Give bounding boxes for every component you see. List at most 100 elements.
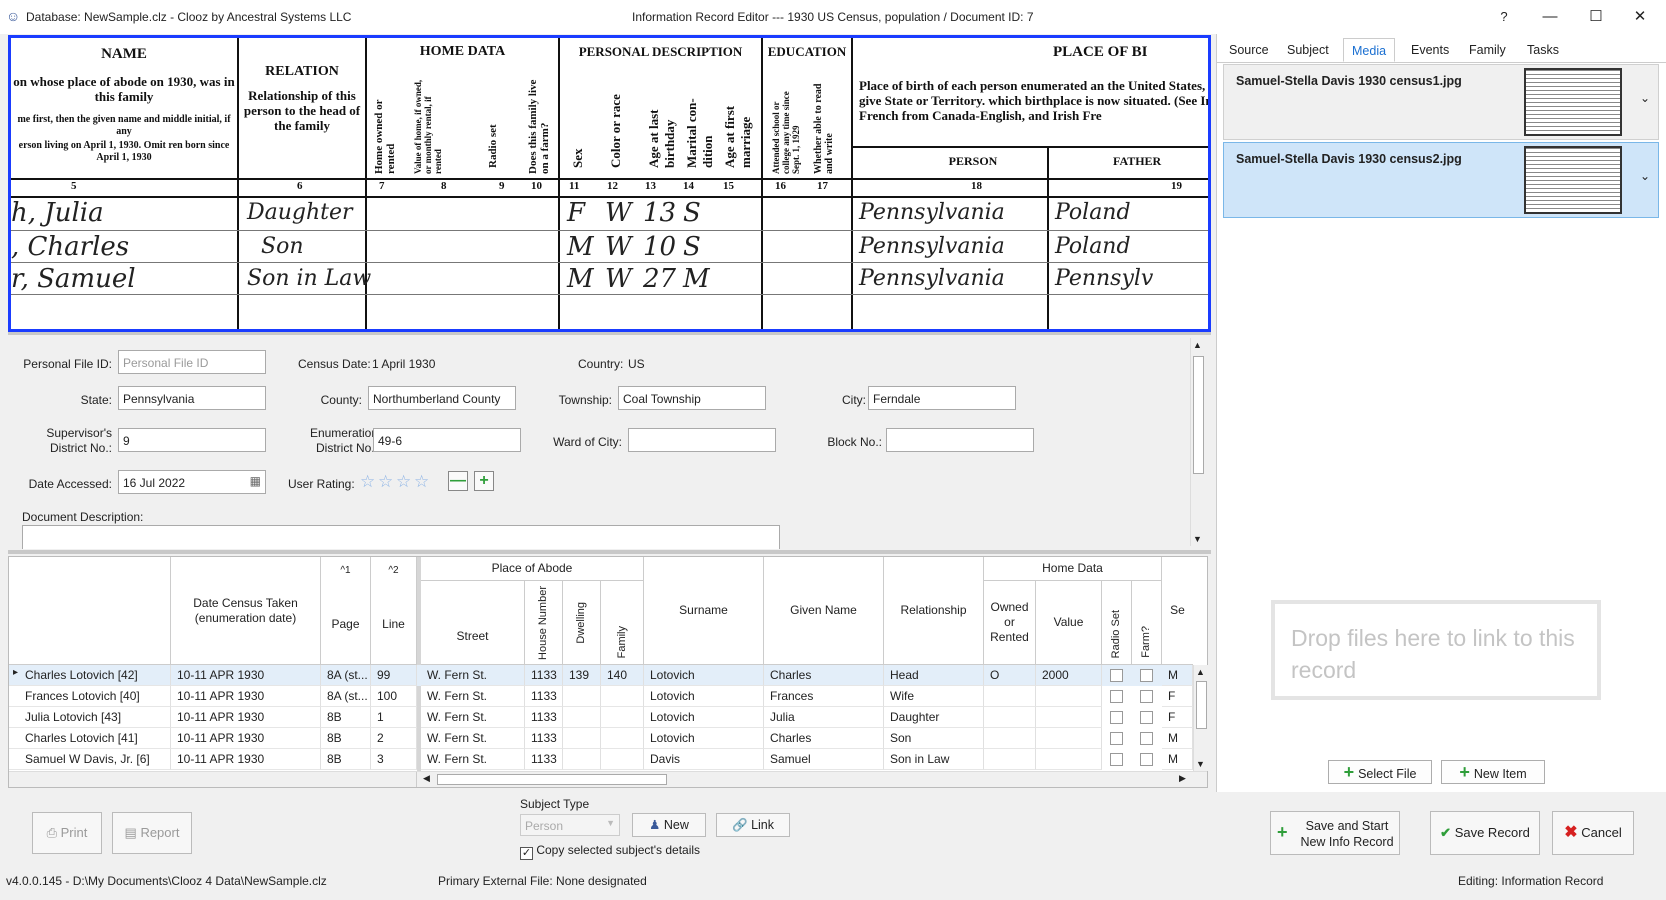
grid-header-radio-set[interactable]: Radio Set: [1102, 581, 1132, 665]
state-input[interactable]: Pennsylvania: [118, 386, 266, 410]
grid-header-surname[interactable]: Surname: [644, 557, 764, 665]
tab-source[interactable]: Source: [1221, 38, 1277, 62]
table-row[interactable]: Frances Lotovich [40] 10-11 APR 1930 8A (s…: [9, 686, 1193, 707]
media-item[interactable]: Samuel-Stella Davis 1930 census1.jpg ⌄: [1223, 64, 1659, 140]
cancel-button[interactable]: ✖ Cancel: [1552, 811, 1634, 855]
grid-cell-sex[interactable]: F: [1162, 686, 1193, 707]
grid-cell-surname[interactable]: Lotovich: [644, 665, 764, 686]
grid-cell-line[interactable]: 3: [371, 749, 417, 770]
grid-cell-house[interactable]: 1133: [525, 728, 563, 749]
rating-increase-button[interactable]: +: [474, 471, 494, 491]
grid-cell-street[interactable]: W. Fern St.: [421, 728, 525, 749]
grid-header-house-number[interactable]: House Number: [525, 581, 563, 665]
grid-cell-subject[interactable]: Samuel W Davis, Jr. [6]: [9, 749, 171, 770]
table-row[interactable]: Samuel W Davis, Jr. [6] 10-11 APR 1930 8B 3…: [9, 749, 1193, 770]
checkbox-checked-icon[interactable]: ✓: [520, 847, 533, 860]
grid-cell-family[interactable]: [601, 686, 644, 707]
tab-events[interactable]: Events: [1403, 38, 1457, 62]
grid-cell-street[interactable]: W. Fern St.: [421, 686, 525, 707]
grid-header-value[interactable]: Value: [1036, 581, 1102, 665]
grid-vertical-scrollbar[interactable]: ▲ ▼: [1193, 665, 1209, 771]
scroll-up-icon[interactable]: ▲: [1193, 340, 1202, 350]
grid-cell-dwelling[interactable]: [563, 686, 601, 707]
grid-cell-value[interactable]: [1036, 707, 1102, 728]
table-row[interactable]: Charles Lotovich [41] 10-11 APR 1930 8B 2 W.…: [9, 728, 1193, 749]
grid-header-relationship[interactable]: Relationship: [884, 557, 984, 665]
radio-set-checkbox[interactable]: [1110, 711, 1123, 724]
grid-cell-surname[interactable]: Davis: [644, 749, 764, 770]
scroll-thumb[interactable]: [437, 774, 667, 785]
ward-of-city-input[interactable]: [628, 428, 776, 452]
grid-header-family[interactable]: Family: [601, 581, 644, 665]
table-row[interactable]: Charles Lotovich [42] 10-11 APR 1930 8A (s…: [9, 665, 1193, 686]
grid-cell-date[interactable]: 10-11 APR 1930: [171, 749, 321, 770]
grid-horizontal-scrollbar[interactable]: ◀ ▶: [9, 771, 1207, 787]
grid-cell-given[interactable]: Frances: [764, 686, 884, 707]
save-record-button[interactable]: ✔ Save Record: [1430, 811, 1540, 855]
grid-cell-rel[interactable]: Daughter: [884, 707, 984, 728]
grid-cell-dwelling[interactable]: 139: [563, 665, 601, 686]
drop-zone[interactable]: Drop files here to link to this record: [1271, 600, 1601, 700]
subject-type-select[interactable]: Person ▼: [520, 814, 620, 836]
grid-cell-house[interactable]: 1133: [525, 686, 563, 707]
grid-cell-street[interactable]: W. Fern St.: [421, 749, 525, 770]
grid-cell-value[interactable]: [1036, 728, 1102, 749]
grid-cell-date[interactable]: 10-11 APR 1930: [171, 728, 321, 749]
calendar-icon[interactable]: ▦: [250, 474, 261, 488]
grid-cell-house[interactable]: 1133: [525, 749, 563, 770]
grid-cell-owned[interactable]: [984, 749, 1036, 770]
grid-cell-date[interactable]: 10-11 APR 1930: [171, 707, 321, 728]
grid-cell-subject[interactable]: Charles Lotovich [41]: [9, 728, 171, 749]
grid-cell-sex[interactable]: M: [1162, 749, 1193, 770]
star-icon[interactable]: ☆: [378, 472, 393, 492]
close-button[interactable]: ✕: [1620, 6, 1660, 28]
grid-cell-family[interactable]: 140: [601, 665, 644, 686]
grid-cell-rel[interactable]: Son in Law: [884, 749, 984, 770]
scroll-down-icon[interactable]: ▼: [1193, 534, 1202, 544]
chevron-down-icon[interactable]: ⌄: [1640, 91, 1650, 105]
farm-checkbox[interactable]: [1140, 753, 1153, 766]
enumeration-district-input[interactable]: 49-6: [373, 428, 521, 452]
tab-media[interactable]: Media: [1343, 38, 1396, 62]
tab-subject[interactable]: Subject: [1279, 38, 1337, 62]
grid-header-line[interactable]: ^2 Line: [371, 557, 417, 665]
chevron-down-icon[interactable]: ⌄: [1640, 169, 1650, 183]
grid-cell-subject[interactable]: Frances Lotovich [40]: [9, 686, 171, 707]
farm-checkbox[interactable]: [1140, 711, 1153, 724]
grid-cell-page[interactable]: 8A (st...: [321, 665, 371, 686]
report-button[interactable]: ▤ Report: [112, 812, 192, 854]
star-icon[interactable]: ☆: [414, 472, 429, 492]
scroll-up-icon[interactable]: ▲: [1196, 667, 1205, 677]
grid-cell-sex[interactable]: F: [1162, 707, 1193, 728]
grid-header-subject[interactable]: [9, 557, 171, 665]
grid-cell-dwelling[interactable]: [563, 707, 601, 728]
township-input[interactable]: Coal Township: [618, 386, 766, 410]
grid-cell-owned[interactable]: [984, 728, 1036, 749]
table-row[interactable]: Julia Lotovich [43] 10-11 APR 1930 8B 1 W. F…: [9, 707, 1193, 728]
minimize-button[interactable]: —: [1530, 6, 1570, 28]
grid-header-sex[interactable]: Se: [1162, 557, 1193, 665]
radio-set-checkbox[interactable]: [1110, 690, 1123, 703]
grid-cell-rel[interactable]: Son: [884, 728, 984, 749]
personal-file-id-input[interactable]: Personal File ID: [118, 350, 266, 374]
new-item-button[interactable]: + New Item: [1441, 760, 1545, 784]
grid-header-date[interactable]: Date Census Taken (enumeration date): [171, 557, 321, 665]
grid-cell-sex[interactable]: M: [1162, 728, 1193, 749]
grid-cell-street[interactable]: W. Fern St.: [421, 665, 525, 686]
grid-cell-line[interactable]: 99: [371, 665, 417, 686]
grid-cell-surname[interactable]: Lotovich: [644, 686, 764, 707]
farm-checkbox[interactable]: [1140, 669, 1153, 682]
grid-cell-dwelling[interactable]: [563, 749, 601, 770]
grid-cell-subject[interactable]: Julia Lotovich [43]: [9, 707, 171, 728]
rating-decrease-button[interactable]: —: [448, 471, 468, 491]
grid-cell-owned[interactable]: O: [984, 665, 1036, 686]
star-icon[interactable]: ☆: [396, 472, 411, 492]
grid-cell-family[interactable]: [601, 707, 644, 728]
grid-cell-given[interactable]: Samuel: [764, 749, 884, 770]
copy-details-checkbox[interactable]: ✓ Copy selected subject's details: [520, 843, 700, 860]
radio-set-checkbox[interactable]: [1110, 732, 1123, 745]
form-splitter[interactable]: [8, 550, 1211, 554]
star-icon[interactable]: ☆: [360, 472, 375, 492]
tab-family[interactable]: Family: [1461, 38, 1514, 62]
grid-cell-street[interactable]: W. Fern St.: [421, 707, 525, 728]
